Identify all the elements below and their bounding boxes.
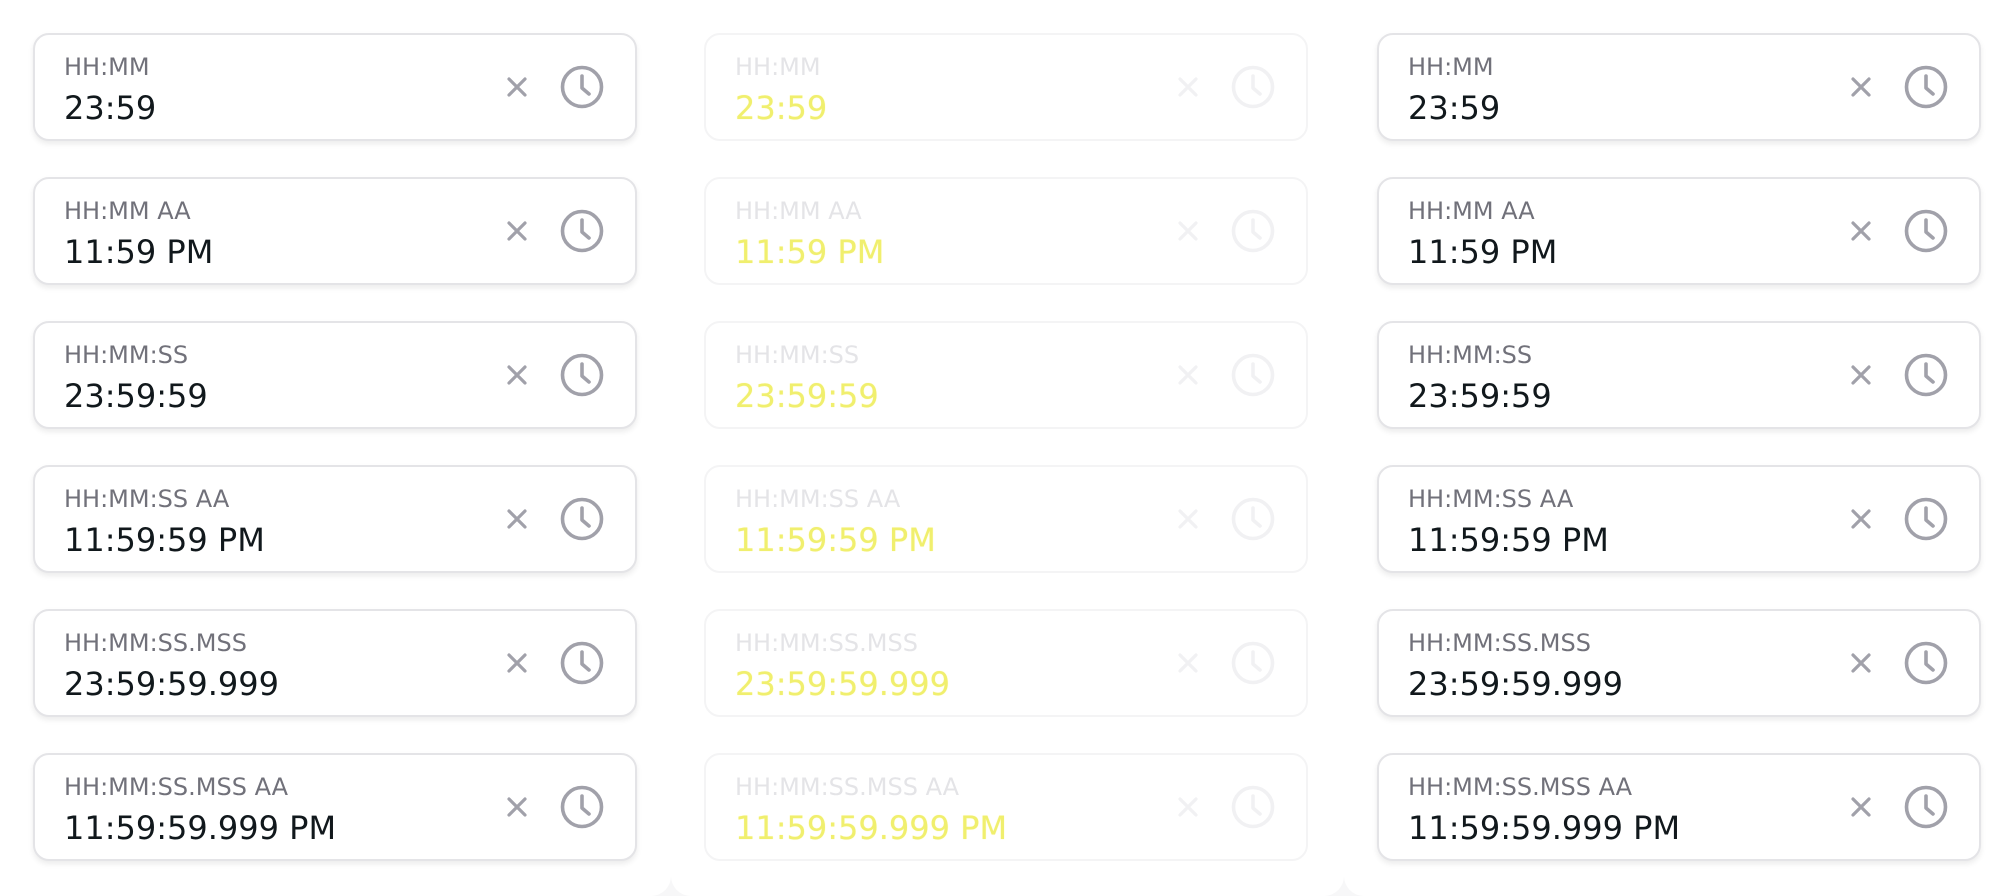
clock-icon[interactable] xyxy=(559,64,605,110)
time-input-column-2-disabled: HH:MM 23:59 HH:MM AA 11:59 PM HH:MM:SS 23:59:… xyxy=(671,0,1344,896)
clock-icon[interactable] xyxy=(559,784,605,830)
time-input-label: HH:MM xyxy=(64,53,150,81)
clock-icon[interactable] xyxy=(559,352,605,398)
time-input-label: HH:MM:SS AA xyxy=(1408,485,1574,513)
time-input-value: 11:59:59.999 PM xyxy=(735,809,1008,847)
close-icon[interactable] xyxy=(501,71,533,103)
time-input-field[interactable]: HH:MM AA 11:59 PM xyxy=(33,177,637,285)
close-icon[interactable] xyxy=(1845,503,1877,535)
clock-icon xyxy=(1230,784,1276,830)
time-input-field[interactable]: HH:MM:SS.MSS AA 11:59:59.999 PM xyxy=(33,753,637,861)
close-icon[interactable] xyxy=(1845,359,1877,391)
time-input-field: HH:MM 23:59 xyxy=(704,33,1308,141)
clock-icon xyxy=(1230,208,1276,254)
time-input-label: HH:MM xyxy=(1408,53,1494,81)
close-icon[interactable] xyxy=(501,791,533,823)
time-input-label: HH:MM:SS.MSS AA xyxy=(64,773,289,801)
close-icon xyxy=(1172,215,1204,247)
close-icon xyxy=(1172,503,1204,535)
close-icon[interactable] xyxy=(1845,215,1877,247)
clock-icon[interactable] xyxy=(559,496,605,542)
time-input-label: HH:MM:SS xyxy=(735,341,860,369)
close-icon[interactable] xyxy=(1845,647,1877,679)
time-input-value: 23:59 xyxy=(735,89,828,127)
time-input-field[interactable]: HH:MM:SS AA 11:59:59 PM xyxy=(1377,465,1981,573)
time-input-value[interactable]: 11:59 PM xyxy=(64,234,213,270)
clock-icon[interactable] xyxy=(1903,784,1949,830)
time-input-field[interactable]: HH:MM 23:59 xyxy=(33,33,637,141)
clock-icon[interactable] xyxy=(1903,496,1949,542)
close-icon xyxy=(1172,71,1204,103)
time-input-value[interactable]: 11:59:59 PM xyxy=(64,522,265,558)
close-icon[interactable] xyxy=(501,215,533,247)
time-input-field: HH:MM:SS.MSS 23:59:59.999 xyxy=(704,609,1308,717)
clock-icon[interactable] xyxy=(1903,352,1949,398)
time-input-label: HH:MM:SS AA xyxy=(735,485,901,513)
clock-icon[interactable] xyxy=(1903,64,1949,110)
close-icon[interactable] xyxy=(501,359,533,391)
time-input-value[interactable]: 11:59:59.999 PM xyxy=(1408,810,1680,846)
time-input-value: 11:59 PM xyxy=(735,233,885,271)
time-input-column-1: HH:MM 23:59 HH:MM AA 11:59 PM HH:MM:SS 23:59:… xyxy=(0,0,671,896)
time-input-value[interactable]: 11:59:59 PM xyxy=(1408,522,1609,558)
time-input-label: HH:MM xyxy=(735,53,821,81)
close-icon[interactable] xyxy=(1845,71,1877,103)
time-input-field[interactable]: HH:MM:SS 23:59:59 xyxy=(1377,321,1981,429)
time-input-field[interactable]: HH:MM AA 11:59 PM xyxy=(1377,177,1981,285)
time-input-label: HH:MM:SS.MSS xyxy=(735,629,918,657)
clock-icon xyxy=(1230,640,1276,686)
time-input-field: HH:MM:SS.MSS AA 11:59:59.999 PM xyxy=(704,753,1308,861)
time-input-field[interactable]: HH:MM:SS AA 11:59:59 PM xyxy=(33,465,637,573)
clock-icon xyxy=(1230,496,1276,542)
time-input-gallery: HH:MM 23:59 HH:MM AA 11:59 PM HH:MM:SS 23:59:… xyxy=(0,0,2016,896)
clock-icon[interactable] xyxy=(1903,208,1949,254)
time-input-field: HH:MM AA 11:59 PM xyxy=(704,177,1308,285)
time-input-label: HH:MM AA xyxy=(64,197,191,225)
time-input-value[interactable]: 11:59 PM xyxy=(1408,234,1557,270)
time-input-label: HH:MM:SS.MSS xyxy=(64,629,247,657)
clock-icon xyxy=(1230,64,1276,110)
close-icon xyxy=(1172,647,1204,679)
time-input-field: HH:MM:SS 23:59:59 xyxy=(704,321,1308,429)
time-input-value[interactable]: 11:59:59.999 PM xyxy=(64,810,336,846)
close-icon xyxy=(1172,359,1204,391)
close-icon[interactable] xyxy=(501,503,533,535)
time-input-value[interactable]: 23:59:59 xyxy=(1408,378,1552,414)
time-input-label: HH:MM:SS xyxy=(64,341,189,369)
time-input-value[interactable]: 23:59:59.999 xyxy=(1408,666,1623,702)
time-input-value: 23:59:59.999 xyxy=(735,665,950,703)
time-input-field[interactable]: HH:MM:SS.MSS 23:59:59.999 xyxy=(33,609,637,717)
time-input-label: HH:MM:SS xyxy=(1408,341,1533,369)
time-input-value[interactable]: 23:59:59.999 xyxy=(64,666,279,702)
time-input-label: HH:MM AA xyxy=(735,197,862,225)
time-input-value: 23:59:59 xyxy=(735,377,879,415)
time-input-field[interactable]: HH:MM:SS.MSS AA 11:59:59.999 PM xyxy=(1377,753,1981,861)
time-input-label: HH:MM:SS AA xyxy=(64,485,230,513)
close-icon[interactable] xyxy=(501,647,533,679)
time-input-field: HH:MM:SS AA 11:59:59 PM xyxy=(704,465,1308,573)
time-input-value[interactable]: 23:59 xyxy=(1408,90,1500,126)
clock-icon[interactable] xyxy=(559,208,605,254)
time-input-label: HH:MM:SS.MSS xyxy=(1408,629,1591,657)
time-input-value[interactable]: 23:59 xyxy=(64,90,156,126)
time-input-value[interactable]: 23:59:59 xyxy=(64,378,208,414)
time-input-value: 11:59:59 PM xyxy=(735,521,936,559)
time-input-label: HH:MM:SS.MSS AA xyxy=(1408,773,1633,801)
time-input-field[interactable]: HH:MM:SS 23:59:59 xyxy=(33,321,637,429)
time-input-field[interactable]: HH:MM:SS.MSS 23:59:59.999 xyxy=(1377,609,1981,717)
time-input-label: HH:MM AA xyxy=(1408,197,1535,225)
time-input-label: HH:MM:SS.MSS AA xyxy=(735,773,960,801)
clock-icon[interactable] xyxy=(559,640,605,686)
time-input-column-3: HH:MM 23:59 HH:MM AA 11:59 PM HH:MM:SS 23:59:… xyxy=(1344,0,2016,896)
clock-icon xyxy=(1230,352,1276,398)
close-icon[interactable] xyxy=(1845,791,1877,823)
clock-icon[interactable] xyxy=(1903,640,1949,686)
time-input-field[interactable]: HH:MM 23:59 xyxy=(1377,33,1981,141)
close-icon xyxy=(1172,791,1204,823)
